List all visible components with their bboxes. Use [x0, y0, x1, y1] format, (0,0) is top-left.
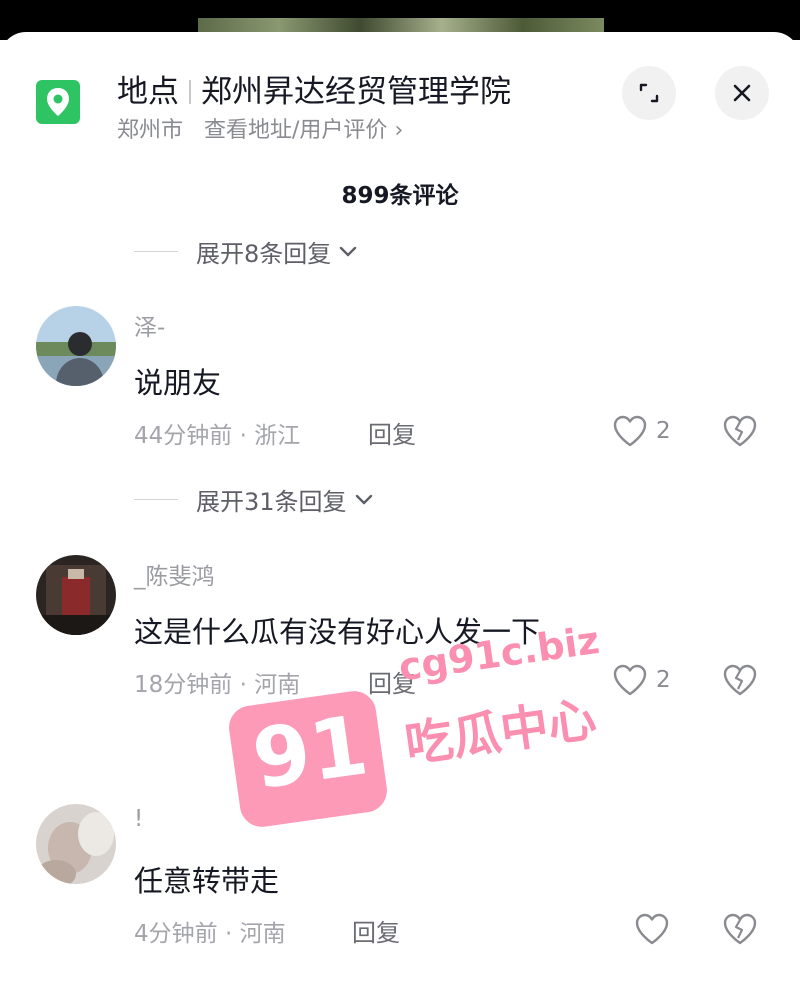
- chevron-right-icon: ›: [394, 118, 404, 143]
- comment-item: ! 任意转带走 4分钟前 · 河南 回复: [0, 804, 800, 947]
- location-header[interactable]: 地点 郑州昇达经贸管理学院 郑州市 查看地址/用户评价 ›: [0, 32, 800, 144]
- close-icon: [733, 84, 751, 102]
- like-count: 2: [656, 667, 671, 693]
- avatar[interactable]: [36, 804, 116, 884]
- location-subtitle[interactable]: 郑州市 查看地址/用户评价 ›: [117, 112, 403, 144]
- comment-item: 泽- 说朋友 44分钟前 · 浙江 回复 2: [0, 306, 800, 449]
- comment-sheet: 地点 郑州昇达经贸管理学院 郑州市 查看地址/用户评价 › 899条评论 展开8条…: [0, 32, 800, 1000]
- location-label: 地点: [117, 74, 179, 110]
- location-title: 地点 郑州昇达经贸管理学院: [117, 66, 511, 111]
- comment-count: 899条评论: [341, 183, 459, 209]
- username[interactable]: 泽-: [134, 308, 165, 342]
- location-city: 郑州市: [117, 118, 184, 143]
- reply-button[interactable]: 回复: [352, 913, 400, 948]
- chevron-down-icon: [340, 246, 357, 257]
- username[interactable]: !: [134, 806, 143, 832]
- like-count: 2: [656, 418, 671, 444]
- like-button[interactable]: 2: [612, 414, 671, 448]
- broken-heart-icon: [723, 415, 757, 447]
- avatar[interactable]: [36, 306, 116, 386]
- like-button[interactable]: [634, 912, 670, 946]
- location-name: 郑州昇达经贸管理学院: [201, 74, 511, 110]
- reply-button[interactable]: 回复: [368, 664, 416, 699]
- comment-item: _陈斐鸿 这是什么瓜有没有好心人发一下 18分钟前 · 河南 回复 2: [0, 555, 800, 698]
- expand-replies-button[interactable]: 展开31条回复: [134, 482, 375, 516]
- heart-icon: [613, 415, 647, 447]
- divider-line: [134, 498, 178, 500]
- chevron-down-icon: [355, 494, 372, 505]
- reply-button[interactable]: 回复: [368, 415, 416, 450]
- comment-meta: 4分钟前 · 河南: [134, 921, 286, 947]
- close-button[interactable]: [715, 66, 769, 120]
- comment-meta: 18分钟前 · 河南: [134, 672, 301, 698]
- expand-icon: [639, 83, 659, 103]
- comment-text: 这是什么瓜有没有好心人发一下: [134, 615, 541, 649]
- dislike-button[interactable]: [722, 912, 758, 950]
- expand-replies-label: 展开31条回复: [196, 487, 347, 516]
- heart-icon: [635, 913, 669, 945]
- comment-text: 说朋友: [134, 366, 222, 400]
- comment-text: 任意转带走: [134, 864, 280, 898]
- username[interactable]: _陈斐鸿: [134, 557, 215, 591]
- dislike-button[interactable]: [722, 663, 758, 701]
- expand-button[interactable]: [622, 66, 676, 120]
- expand-replies-label: 展开8条回复: [196, 239, 332, 268]
- divider-line: [134, 250, 178, 252]
- broken-heart-icon: [723, 913, 757, 945]
- title-divider: [189, 80, 191, 104]
- broken-heart-icon: [723, 664, 757, 696]
- avatar[interactable]: [36, 555, 116, 635]
- dislike-button[interactable]: [722, 414, 758, 452]
- view-address-link[interactable]: 查看地址/用户评价: [204, 118, 387, 143]
- comment-meta: 44分钟前 · 浙江: [134, 423, 301, 449]
- expand-replies-button[interactable]: 展开8条回复: [134, 234, 359, 268]
- location-pin-icon: [36, 80, 80, 124]
- like-button[interactable]: 2: [612, 663, 671, 697]
- heart-icon: [613, 664, 647, 696]
